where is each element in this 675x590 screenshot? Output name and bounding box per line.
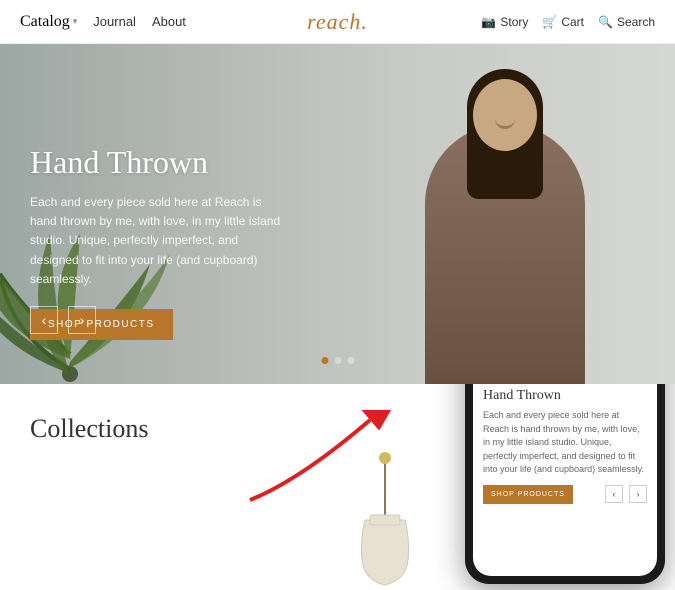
dot-1[interactable] — [321, 357, 328, 364]
hero-prev-arrow[interactable]: ‹ — [30, 306, 58, 334]
hero-nav-arrows: ‹ › — [30, 306, 96, 334]
phone-content: Hand Thrown Each and every piece sold he… — [473, 384, 657, 576]
nav-journal[interactable]: Journal — [93, 14, 136, 29]
catalog-label[interactable]: Catalog — [20, 13, 70, 31]
nav-right: 📷 Story 🛒 Cart 🔍 Search — [481, 15, 655, 29]
red-arrow — [240, 410, 400, 510]
hero-next-arrow[interactable]: › — [68, 306, 96, 334]
phone-hero-title: Hand Thrown — [483, 388, 647, 404]
hero-title: Hand Thrown — [30, 144, 290, 181]
phone-hero-desc: Each and every piece sold here at Reach … — [483, 409, 647, 477]
nav-about[interactable]: About — [152, 14, 186, 29]
nav-story[interactable]: 📷 Story — [481, 15, 528, 29]
nav-search[interactable]: 🔍 Search — [598, 15, 655, 29]
dot-2[interactable] — [334, 357, 341, 364]
nav-cart[interactable]: 🛒 Cart — [542, 15, 584, 29]
hero-dots — [321, 357, 354, 364]
hero-description: Each and every piece sold here at Reach … — [30, 193, 290, 289]
hero-person — [395, 44, 615, 384]
phone-arrows: ‹ › — [605, 485, 647, 503]
cart-icon: 🛒 — [542, 15, 557, 29]
story-icon: 📷 — [481, 15, 496, 29]
phone-screen: reach. Hand Thrown Each and every piece … — [473, 384, 657, 576]
main-nav: Catalog ▾ Journal About reach. 📷 Story 🛒… — [0, 0, 675, 44]
phone-shop-button[interactable]: SHOP PRODUCTS — [483, 485, 573, 504]
hero-section: Hand Thrown Each and every piece sold he… — [0, 44, 675, 384]
nav-catalog[interactable]: Catalog ▾ — [20, 13, 77, 31]
phone-next-arrow[interactable]: › — [629, 485, 647, 503]
phone-prev-arrow[interactable]: ‹ — [605, 485, 623, 503]
search-icon: 🔍 — [598, 15, 613, 29]
bottom-section: Collections reach. — [0, 384, 675, 590]
phone-footer: SHOP PRODUCTS ‹ › — [483, 485, 647, 504]
catalog-dropdown-icon: ▾ — [73, 16, 78, 27]
dot-3[interactable] — [347, 357, 354, 364]
nav-left: Catalog ▾ Journal About — [20, 13, 186, 31]
site-logo[interactable]: reach. — [307, 9, 368, 35]
phone-mockup: reach. Hand Thrown Each and every piece … — [465, 384, 665, 584]
